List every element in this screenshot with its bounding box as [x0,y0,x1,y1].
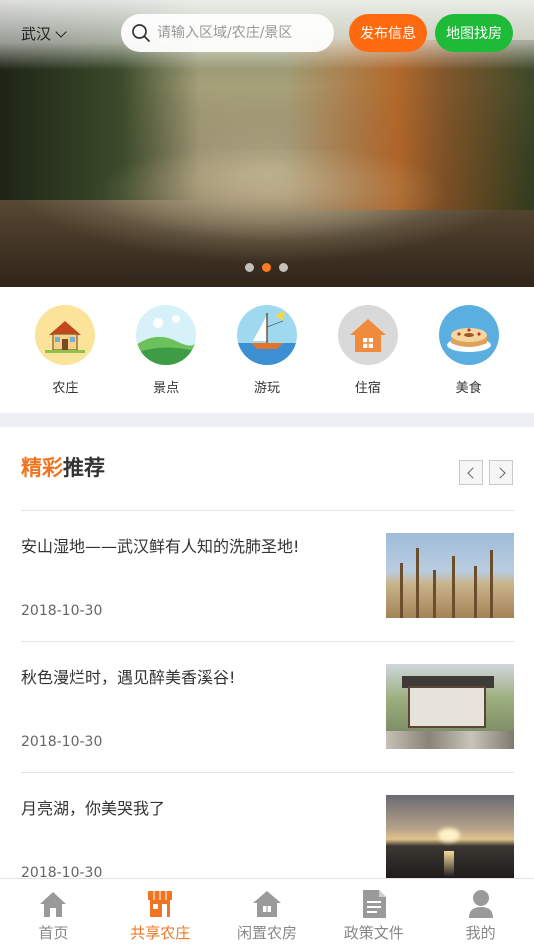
carousel-indicator [245,263,288,272]
category-label: 住宿 [354,381,381,396]
bottom-tab-bar: 首页 共享农庄 闲置农房 政策文件 我的 [0,878,534,949]
section-divider [0,413,534,427]
carousel-dot[interactable] [279,263,288,272]
category-lodging[interactable]: 住宿 [333,305,403,405]
article-thumbnail [386,795,514,880]
article-date: 2018-10-30 [21,603,103,619]
food-icon [438,305,499,365]
document-icon [358,888,390,920]
article-title: 月亮湖，你美哭我了 [21,799,166,818]
lodging-icon [337,305,398,365]
tab-shared-farm[interactable]: 共享农庄 [107,879,214,949]
article-thumbnail [386,664,514,749]
tab-label: 闲置农房 [236,924,297,942]
user-icon [465,888,497,920]
farmhouse-icon [35,305,96,365]
carousel-dot-active[interactable] [262,263,271,272]
category-grid: 农庄 景点 游玩 住宿 美食 [0,305,534,405]
shop-icon [144,888,176,920]
tab-label: 政策文件 [343,924,404,942]
article-title: 秋色漫烂时，遇见醉美香溪谷! [21,668,236,687]
chevron-right-icon [493,466,506,479]
tab-label: 首页 [38,924,69,942]
category-label: 农庄 [52,381,79,396]
article-thumbnail [386,533,514,618]
tab-home[interactable]: 首页 [0,879,107,949]
map-search-button[interactable]: 地图找房 [435,14,513,52]
city-label: 武汉 [21,25,52,43]
chevron-left-icon [466,466,479,479]
city-selector[interactable]: 武汉 [21,23,67,44]
tab-idle-house[interactable]: 闲置农房 [214,879,321,949]
article-list: 安山湿地——武汉鲜有人知的洗肺圣地! 2018-10-30 秋色漫烂时，遇见醉美… [21,510,514,903]
category-farmhouse[interactable]: 农庄 [30,305,100,405]
tab-label: 共享农庄 [130,924,191,942]
category-play[interactable]: 游玩 [232,305,302,405]
search-box[interactable] [121,14,334,52]
article-title: 安山湿地——武汉鲜有人知的洗肺圣地! [21,537,300,556]
article-date: 2018-10-30 [21,734,103,750]
search-input[interactable] [157,25,327,41]
carousel-dot[interactable] [245,263,254,272]
section-title-rest: 推荐 [63,456,105,480]
category-scenery[interactable]: 景点 [131,305,201,405]
category-food[interactable]: 美食 [434,305,504,405]
publish-button[interactable]: 发布信息 [349,14,427,52]
play-icon [236,305,297,365]
house-icon [251,888,283,920]
category-label: 景点 [153,381,180,396]
tab-policy-docs[interactable]: 政策文件 [320,879,427,949]
section-title: 精彩推荐 [21,452,105,482]
section-title-highlight: 精彩 [21,456,63,480]
home-icon [37,888,69,920]
tab-mine[interactable]: 我的 [427,879,534,949]
scenery-icon [136,305,197,365]
list-item[interactable]: 秋色漫烂时，遇见醉美香溪谷! 2018-10-30 [21,641,514,772]
prev-button[interactable] [459,460,483,485]
category-label: 游玩 [253,381,280,396]
tab-label: 我的 [465,924,496,942]
category-label: 美食 [455,381,482,396]
chevron-down-icon [55,25,67,38]
next-button[interactable] [489,460,513,485]
search-icon [132,24,150,42]
list-item[interactable]: 安山湿地——武汉鲜有人知的洗肺圣地! 2018-10-30 [21,510,514,641]
